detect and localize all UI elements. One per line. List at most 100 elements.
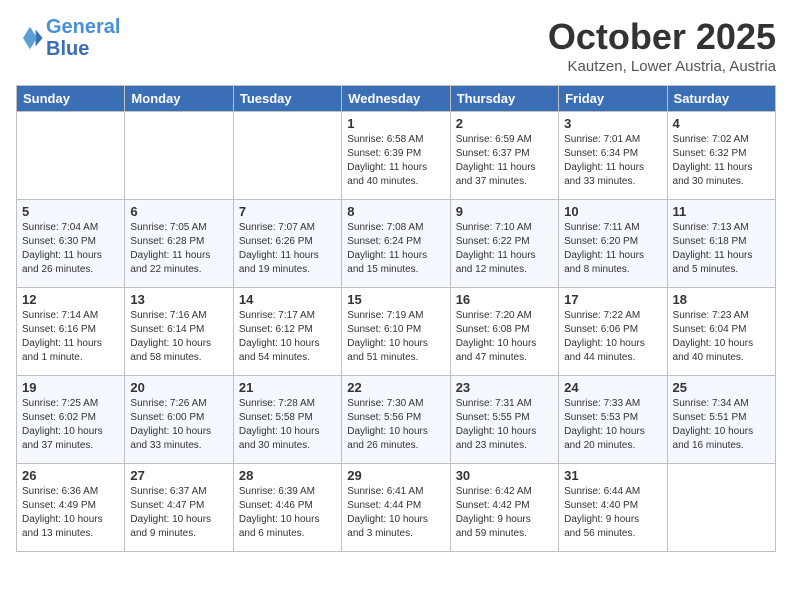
calendar-cell: 7 Sunrise: 7:07 AM Sunset: 6:26 PM Daylig… [233, 200, 341, 288]
calendar-week-row: 12 Sunrise: 7:14 AM Sunset: 6:16 PM Dayli… [17, 288, 776, 376]
day-number: 25 [673, 380, 770, 395]
day-number: 1 [347, 116, 444, 131]
day-info: Sunrise: 7:33 AM Sunset: 5:53 PM Dayligh… [564, 397, 661, 453]
calendar-cell [17, 112, 125, 200]
weekday-header: Thursday [450, 86, 558, 112]
calendar-cell: 27 Sunrise: 6:37 AM Sunset: 4:47 PM Dayli… [125, 464, 233, 552]
day-info: Sunrise: 7:23 AM Sunset: 6:04 PM Dayligh… [673, 309, 770, 365]
day-number: 21 [239, 380, 336, 395]
calendar-cell: 4Sunrise: 7:02 AM Sunset: 6:32 PM Daylig… [667, 112, 775, 200]
day-number: 28 [239, 468, 336, 483]
day-number: 18 [673, 292, 770, 307]
day-info: Sunrise: 6:37 AM Sunset: 4:47 PM Dayligh… [130, 485, 227, 541]
calendar-week-row: 19 Sunrise: 7:25 AM Sunset: 6:02 PM Dayli… [17, 376, 776, 464]
day-number: 7 [239, 204, 336, 219]
calendar-week-row: 5Sunrise: 7:04 AM Sunset: 6:30 PM Daylig… [17, 200, 776, 288]
calendar-cell: 30 Sunrise: 6:42 AM Sunset: 4:42 PM Dayli… [450, 464, 558, 552]
day-info: Sunrise: 6:39 AM Sunset: 4:46 PM Dayligh… [239, 485, 336, 541]
calendar-cell: 16Sunrise: 7:20 AM Sunset: 6:08 PM Dayli… [450, 288, 558, 376]
calendar-cell: 25 Sunrise: 7:34 AM Sunset: 5:51 PM Dayli… [667, 376, 775, 464]
calendar-cell: 13 Sunrise: 7:16 AM Sunset: 6:14 PM Dayli… [125, 288, 233, 376]
day-number: 19 [22, 380, 119, 395]
day-info: Sunrise: 6:44 AM Sunset: 4:40 PM Dayligh… [564, 485, 661, 541]
day-number: 15 [347, 292, 444, 307]
day-info: Sunrise: 7:14 AM Sunset: 6:16 PM Dayligh… [22, 309, 119, 365]
calendar-cell: 22 Sunrise: 7:30 AM Sunset: 5:56 PM Dayli… [342, 376, 450, 464]
logo: General Blue [16, 16, 120, 60]
day-number: 3 [564, 116, 661, 131]
calendar-cell: 31 Sunrise: 6:44 AM Sunset: 4:40 PM Dayli… [559, 464, 667, 552]
calendar-cell: 2 Sunrise: 6:59 AM Sunset: 6:37 PM Daylig… [450, 112, 558, 200]
day-info: Sunrise: 7:05 AM Sunset: 6:28 PM Dayligh… [130, 221, 227, 277]
calendar-cell: 20Sunrise: 7:26 AM Sunset: 6:00 PM Dayli… [125, 376, 233, 464]
day-info: Sunrise: 7:17 AM Sunset: 6:12 PM Dayligh… [239, 309, 336, 365]
title-block: October 2025 Kautzen, Lower Austria, Aus… [548, 16, 776, 75]
calendar-week-row: 26 Sunrise: 6:36 AM Sunset: 4:49 PM Dayli… [17, 464, 776, 552]
day-info: Sunrise: 6:42 AM Sunset: 4:42 PM Dayligh… [456, 485, 553, 541]
day-number: 12 [22, 292, 119, 307]
calendar-body: 1 Sunrise: 6:58 AM Sunset: 6:39 PM Daylig… [17, 112, 776, 552]
day-info: Sunrise: 7:31 AM Sunset: 5:55 PM Dayligh… [456, 397, 553, 453]
calendar-subtitle: Kautzen, Lower Austria, Austria [548, 58, 776, 75]
calendar-cell: 23 Sunrise: 7:31 AM Sunset: 5:55 PM Dayli… [450, 376, 558, 464]
day-info: Sunrise: 7:19 AM Sunset: 6:10 PM Dayligh… [347, 309, 444, 365]
day-number: 13 [130, 292, 227, 307]
day-info: Sunrise: 7:11 AM Sunset: 6:20 PM Dayligh… [564, 221, 661, 277]
calendar-cell: 11 Sunrise: 7:13 AM Sunset: 6:18 PM Dayli… [667, 200, 775, 288]
day-info: Sunrise: 7:20 AM Sunset: 6:08 PM Dayligh… [456, 309, 553, 365]
calendar-cell: 9 Sunrise: 7:10 AM Sunset: 6:22 PM Daylig… [450, 200, 558, 288]
day-info: Sunrise: 6:36 AM Sunset: 4:49 PM Dayligh… [22, 485, 119, 541]
day-info: Sunrise: 6:59 AM Sunset: 6:37 PM Dayligh… [456, 133, 553, 189]
day-info: Sunrise: 7:25 AM Sunset: 6:02 PM Dayligh… [22, 397, 119, 453]
calendar-cell: 24Sunrise: 7:33 AM Sunset: 5:53 PM Dayli… [559, 376, 667, 464]
day-number: 2 [456, 116, 553, 131]
calendar-cell: 8Sunrise: 7:08 AM Sunset: 6:24 PM Daylig… [342, 200, 450, 288]
day-info: Sunrise: 7:13 AM Sunset: 6:18 PM Dayligh… [673, 221, 770, 277]
day-info: Sunrise: 7:07 AM Sunset: 6:26 PM Dayligh… [239, 221, 336, 277]
calendar-cell: 5Sunrise: 7:04 AM Sunset: 6:30 PM Daylig… [17, 200, 125, 288]
day-info: Sunrise: 7:22 AM Sunset: 6:06 PM Dayligh… [564, 309, 661, 365]
weekday-header: Monday [125, 86, 233, 112]
calendar-cell: 21 Sunrise: 7:28 AM Sunset: 5:58 PM Dayli… [233, 376, 341, 464]
day-info: Sunrise: 7:30 AM Sunset: 5:56 PM Dayligh… [347, 397, 444, 453]
day-info: Sunrise: 7:04 AM Sunset: 6:30 PM Dayligh… [22, 221, 119, 277]
day-number: 9 [456, 204, 553, 219]
day-number: 23 [456, 380, 553, 395]
day-number: 27 [130, 468, 227, 483]
day-number: 31 [564, 468, 661, 483]
logo-line2: Blue [46, 38, 89, 60]
day-info: Sunrise: 7:16 AM Sunset: 6:14 PM Dayligh… [130, 309, 227, 365]
calendar-cell [667, 464, 775, 552]
day-info: Sunrise: 7:26 AM Sunset: 6:00 PM Dayligh… [130, 397, 227, 453]
calendar-header: SundayMondayTuesdayWednesdayThursdayFrid… [17, 86, 776, 112]
calendar-table: SundayMondayTuesdayWednesdayThursdayFrid… [16, 85, 776, 552]
day-info: Sunrise: 7:34 AM Sunset: 5:51 PM Dayligh… [673, 397, 770, 453]
day-info: Sunrise: 7:28 AM Sunset: 5:58 PM Dayligh… [239, 397, 336, 453]
weekday-header: Friday [559, 86, 667, 112]
calendar-cell: 6Sunrise: 7:05 AM Sunset: 6:28 PM Daylig… [125, 200, 233, 288]
day-number: 17 [564, 292, 661, 307]
calendar-cell: 10Sunrise: 7:11 AM Sunset: 6:20 PM Dayli… [559, 200, 667, 288]
day-info: Sunrise: 6:58 AM Sunset: 6:39 PM Dayligh… [347, 133, 444, 189]
day-info: Sunrise: 7:10 AM Sunset: 6:22 PM Dayligh… [456, 221, 553, 277]
day-number: 26 [22, 468, 119, 483]
calendar-cell: 28 Sunrise: 6:39 AM Sunset: 4:46 PM Dayli… [233, 464, 341, 552]
day-number: 30 [456, 468, 553, 483]
page-header: General Blue October 2025 Kautzen, Lower… [16, 16, 776, 75]
calendar-cell: 3Sunrise: 7:01 AM Sunset: 6:34 PM Daylig… [559, 112, 667, 200]
calendar-cell: 29 Sunrise: 6:41 AM Sunset: 4:44 PM Dayli… [342, 464, 450, 552]
calendar-week-row: 1 Sunrise: 6:58 AM Sunset: 6:39 PM Daylig… [17, 112, 776, 200]
day-number: 4 [673, 116, 770, 131]
weekday-header: Wednesday [342, 86, 450, 112]
calendar-cell: 19 Sunrise: 7:25 AM Sunset: 6:02 PM Dayli… [17, 376, 125, 464]
weekday-header: Tuesday [233, 86, 341, 112]
calendar-cell: 17 Sunrise: 7:22 AM Sunset: 6:06 PM Dayli… [559, 288, 667, 376]
day-number: 11 [673, 204, 770, 219]
weekday-header: Sunday [17, 86, 125, 112]
day-number: 22 [347, 380, 444, 395]
logo-icon [16, 24, 44, 52]
day-info: Sunrise: 6:41 AM Sunset: 4:44 PM Dayligh… [347, 485, 444, 541]
calendar-title: October 2025 [548, 16, 776, 58]
day-number: 29 [347, 468, 444, 483]
calendar-cell [125, 112, 233, 200]
